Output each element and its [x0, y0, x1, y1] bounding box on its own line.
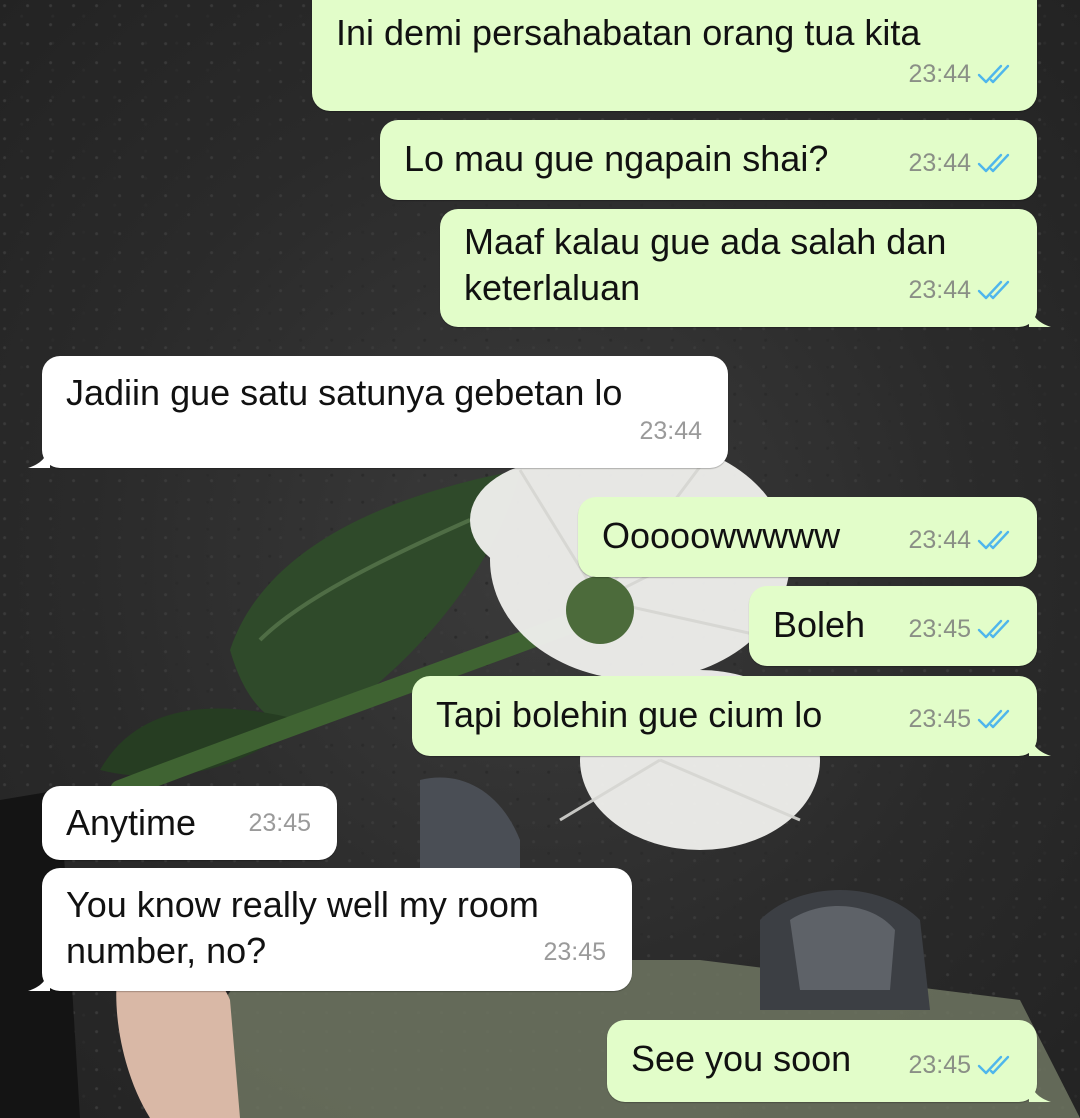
- message-meta: 23:44: [908, 51, 1017, 97]
- message-bubble-outgoing[interactable]: Lo mau gue ngapain shai? 23:44: [380, 120, 1037, 200]
- message-text: Jadiin gue satu satunya gebetan lo: [66, 372, 623, 413]
- bubble-tail: [1029, 301, 1051, 327]
- message-meta: 23:45: [543, 929, 606, 975]
- bubble-tail: [28, 442, 50, 468]
- message-time: 23:45: [248, 809, 311, 837]
- message-meta: 23:45: [908, 1042, 1017, 1088]
- message-bubble-incoming[interactable]: Anytime 23:45: [42, 786, 337, 860]
- read-ticks-icon: [977, 619, 1010, 639]
- bubble-tail: [28, 965, 50, 991]
- message-time: 23:45: [908, 1051, 971, 1079]
- message-time: 23:44: [639, 417, 702, 445]
- message-bubble-outgoing[interactable]: Boleh 23:45: [749, 586, 1037, 666]
- message-bubble-outgoing[interactable]: Ooooowwwww 23:44: [578, 497, 1037, 577]
- message-bubble-outgoing[interactable]: Ini demi persahabatan orang tua kita 23:…: [312, 0, 1037, 111]
- message-meta: 23:45: [908, 606, 1017, 652]
- read-ticks-icon: [977, 64, 1010, 84]
- message-bubble-incoming[interactable]: Jadiin gue satu satunya gebetan lo 23:44: [28, 356, 728, 468]
- read-ticks-icon: [977, 709, 1010, 729]
- message-meta: 23:44: [908, 517, 1017, 563]
- message-bubble-outgoing[interactable]: Tapi bolehin gue cium lo 23:45: [412, 676, 1051, 756]
- read-ticks-icon: [977, 153, 1010, 173]
- message-meta: 23:44: [639, 408, 702, 454]
- read-ticks-icon: [977, 530, 1010, 550]
- message-bubble-outgoing[interactable]: Maaf kalau gue ada salah dan keterlaluan…: [440, 209, 1051, 327]
- message-meta: 23:44: [908, 267, 1017, 313]
- read-ticks-icon: [977, 280, 1010, 300]
- message-time: 23:44: [908, 276, 971, 304]
- bubble-tail: [1029, 1076, 1051, 1102]
- message-time: 23:44: [908, 149, 971, 177]
- message-meta: 23:44: [908, 140, 1017, 186]
- message-time: 23:44: [908, 60, 971, 88]
- message-bubble-incoming[interactable]: You know really well my room number, no?…: [28, 868, 632, 991]
- message-meta: 23:45: [248, 800, 311, 846]
- message-time: 23:44: [908, 526, 971, 554]
- read-ticks-icon: [977, 1055, 1010, 1075]
- message-time: 23:45: [543, 938, 606, 966]
- message-text: Lo mau gue ngapain shai?: [404, 138, 829, 179]
- message-time: 23:45: [908, 705, 971, 733]
- message-meta: 23:45: [908, 696, 1017, 742]
- message-time: 23:45: [908, 615, 971, 643]
- bubble-tail: [1029, 730, 1051, 756]
- message-bubble-outgoing[interactable]: See you soon 23:45: [607, 1020, 1051, 1102]
- message-text: You know really well my room number, no?: [66, 884, 549, 971]
- message-text: Ini demi persahabatan orang tua kita: [336, 12, 921, 53]
